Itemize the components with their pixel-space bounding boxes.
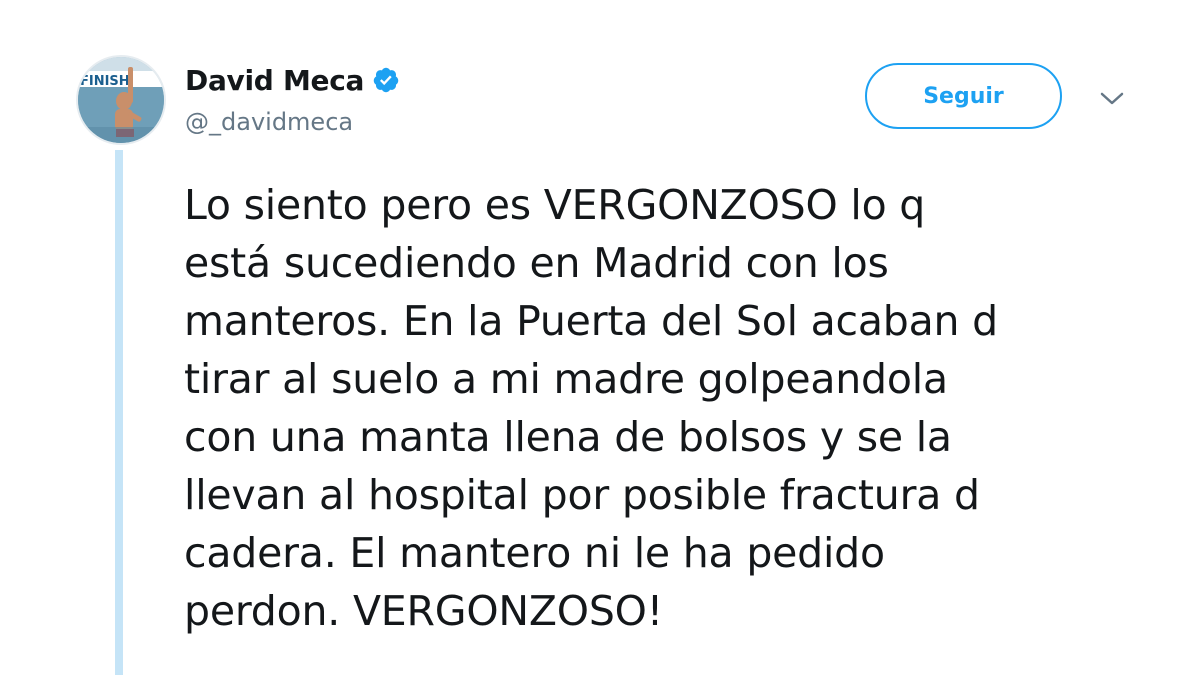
chevron-down-icon[interactable] — [1097, 84, 1127, 114]
tweet-text-line: con una manta llena de bolsos y se la — [184, 413, 952, 461]
tweet-text-line: manteros. En la Puerta del Sol acaban d — [184, 297, 998, 345]
follow-button[interactable]: Seguir — [865, 63, 1062, 129]
tweet-text-line: cadera. El mantero ni le ha pedido — [184, 529, 885, 577]
tweet-card: FINISH David Meca @_davidmeca Seguir Lo … — [0, 0, 1200, 675]
avatar-photo: FINISH — [78, 57, 164, 143]
tweet-text-line: Lo siento pero es VERGONZOSO lo q — [184, 181, 926, 229]
display-name[interactable]: David Meca — [185, 64, 364, 97]
user-handle[interactable]: @_davidmeca — [185, 108, 353, 136]
tweet-text-line: está sucediendo en Madrid con los — [184, 239, 889, 287]
tweet-text-line: tirar al suelo a mi madre golpeandola — [184, 355, 948, 403]
avatar[interactable]: FINISH — [76, 55, 166, 145]
thread-line — [115, 150, 123, 675]
tweet-text-line: perdon. VERGONZOSO! — [184, 587, 663, 635]
avatar-banner-text: FINISH — [80, 74, 130, 89]
user-name-row: David Meca — [185, 60, 400, 100]
tweet-text: Lo siento pero es VERGONZOSO lo q está s… — [184, 176, 1174, 640]
verified-badge-icon — [373, 67, 399, 93]
tweet-text-line: llevan al hospital por posible fractura … — [184, 471, 980, 519]
